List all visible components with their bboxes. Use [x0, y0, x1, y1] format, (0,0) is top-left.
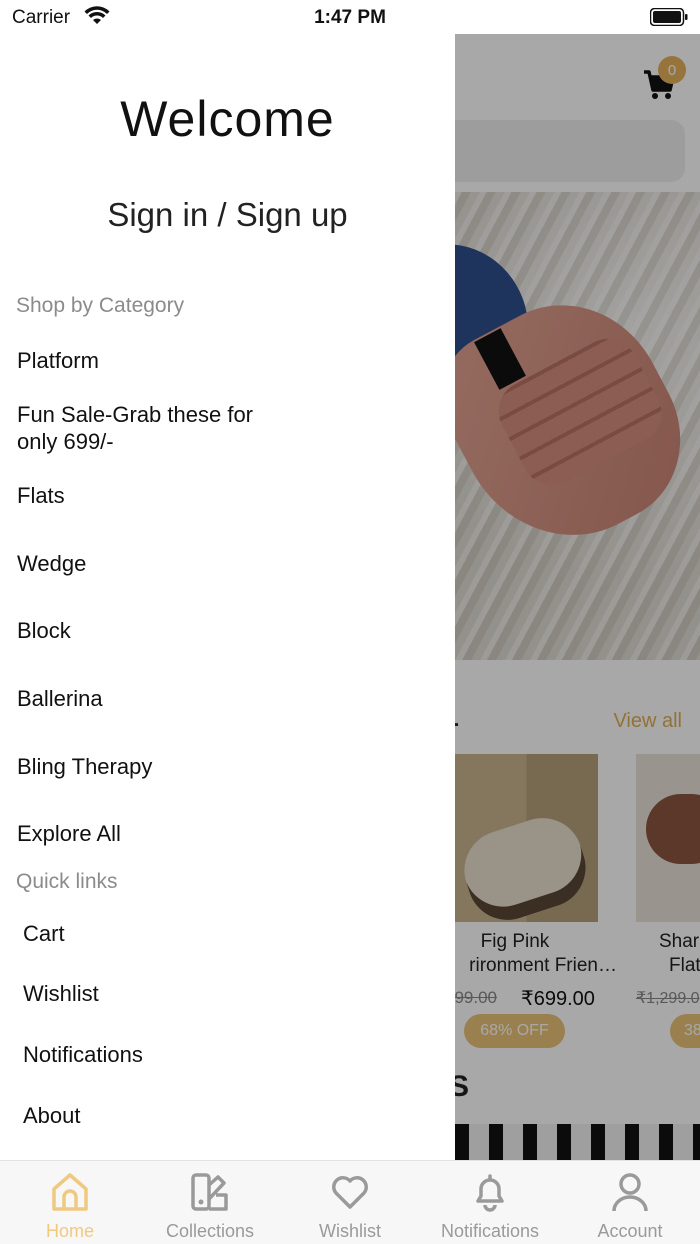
tab-collections[interactable]: Collections	[140, 1161, 280, 1244]
category-fun-sale-line2[interactable]: only 699/-	[17, 429, 114, 455]
bell-icon	[476, 1174, 504, 1212]
person-icon	[612, 1173, 648, 1212]
tab-account-label: Account	[597, 1221, 663, 1241]
quick-links-label: Quick links	[16, 870, 118, 893]
tab-home[interactable]: Home	[0, 1161, 140, 1244]
heart-icon	[332, 1176, 368, 1209]
tab-notifications[interactable]: Notifications	[420, 1161, 560, 1244]
category-wedge[interactable]: Wedge	[17, 551, 86, 577]
quick-link-about[interactable]: About	[23, 1103, 81, 1129]
category-block[interactable]: Block	[17, 618, 71, 644]
tab-notifications-label: Notifications	[440, 1221, 540, 1241]
quick-link-cart[interactable]: Cart	[23, 921, 65, 947]
tab-home-label: Home	[45, 1221, 94, 1241]
sign-in-link[interactable]: Sign in / Sign up	[0, 196, 455, 234]
category-flats[interactable]: Flats	[17, 483, 65, 509]
category-ballerina[interactable]: Ballerina	[17, 686, 103, 712]
home-screen-background: 0 - View all Fig Pink rironment Frien… S…	[455, 34, 700, 1160]
clock: 1:47 PM	[314, 7, 386, 28]
tab-wishlist[interactable]: Wishlist	[280, 1161, 420, 1244]
welcome-heading: Welcome	[120, 91, 335, 147]
tab-collections-label: Collections	[165, 1221, 255, 1241]
quick-link-wishlist[interactable]: Wishlist	[23, 981, 99, 1007]
battery-icon	[650, 8, 688, 26]
category-bling-therapy[interactable]: Bling Therapy	[17, 754, 152, 780]
category-explore-all[interactable]: Explore All	[17, 821, 121, 847]
tab-wishlist-label: Wishlist	[319, 1221, 381, 1241]
category-fun-sale[interactable]: Fun Sale-Grab these for	[17, 402, 253, 428]
home-icon	[52, 1173, 88, 1211]
drawer-dim-overlay[interactable]	[455, 34, 700, 1160]
quick-link-notifications[interactable]: Notifications	[23, 1042, 143, 1068]
collections-icon	[191, 1173, 228, 1211]
status-bar: Carrier 1:47 PM	[0, 0, 700, 34]
category-platform[interactable]: Platform	[17, 348, 99, 374]
shop-by-category-label: Shop by Category	[16, 294, 185, 317]
bottom-tab-bar: Home Collections Wishlist Notifications …	[0, 1160, 700, 1244]
tab-account[interactable]: Account	[560, 1161, 700, 1244]
side-drawer: Welcome Sign in / Sign up Shop by Catego…	[0, 34, 455, 1160]
